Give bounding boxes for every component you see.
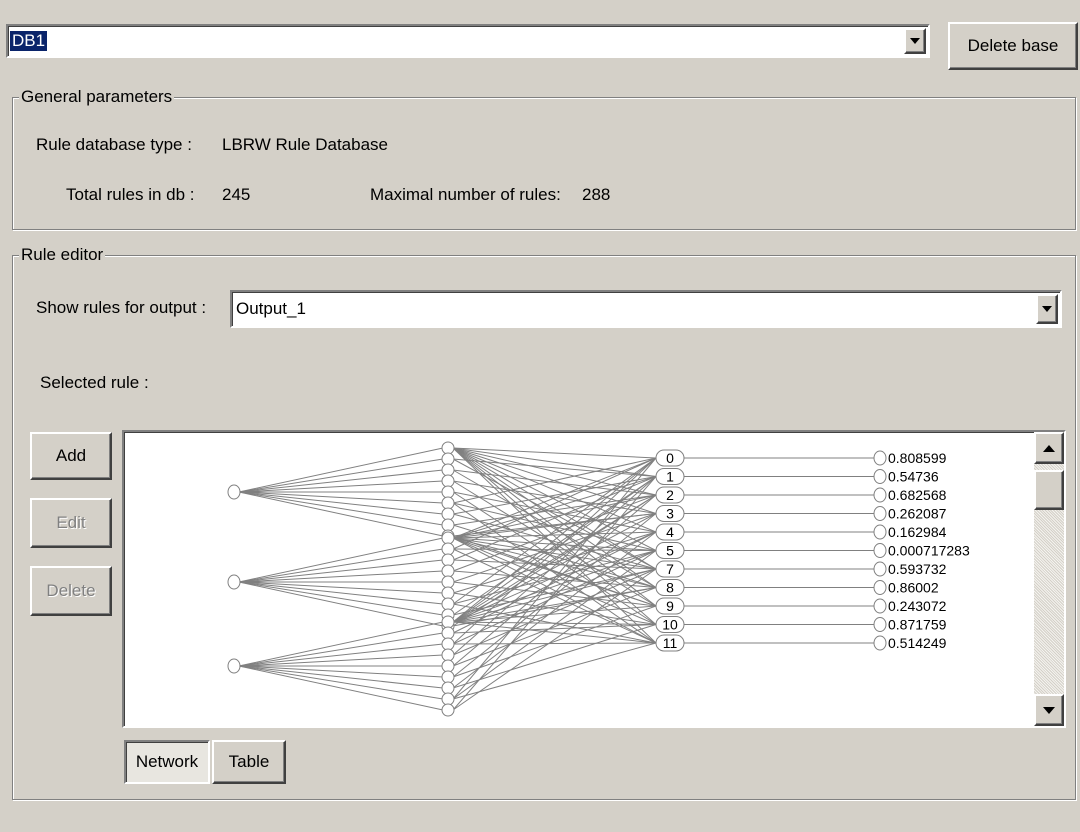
hidden-node xyxy=(441,637,455,651)
input-node xyxy=(227,574,241,590)
output-node xyxy=(873,487,887,503)
vertical-scrollbar[interactable] xyxy=(1034,432,1064,726)
edit-rule-button[interactable]: Edit xyxy=(30,498,112,548)
database-dropdown-button[interactable] xyxy=(904,28,926,54)
rule-editor-title: Rule editor xyxy=(19,245,106,265)
rule-node-label: 1 xyxy=(666,469,674,485)
hidden-node xyxy=(441,692,455,706)
output-value: 0.682568 xyxy=(888,487,947,503)
rule-node-label: 9 xyxy=(666,598,674,614)
rule-node-label: 5 xyxy=(666,543,674,559)
hidden-node xyxy=(441,452,455,466)
hidden-node xyxy=(441,564,455,578)
output-node xyxy=(873,469,887,484)
rule-node-label: 3 xyxy=(666,506,674,522)
hidden-node xyxy=(441,474,455,488)
hidden-node xyxy=(441,586,455,600)
output-node xyxy=(873,580,887,595)
hidden-node xyxy=(441,542,455,556)
output-value: 0.86002 xyxy=(888,580,939,596)
hidden-node xyxy=(441,496,455,510)
rule-node-label: 11 xyxy=(663,635,678,651)
output-value: 0.514249 xyxy=(888,635,947,651)
rule-node-label: 8 xyxy=(666,580,674,596)
general-parameters-group: General parameters xyxy=(12,87,1076,230)
hidden-node xyxy=(441,626,455,640)
max-rules-value: 288 xyxy=(582,185,611,204)
hidden-node xyxy=(441,575,455,589)
chevron-down-icon xyxy=(910,38,920,44)
chevron-down-icon xyxy=(1042,306,1052,312)
db-type-value: LBRW Rule Database xyxy=(222,135,388,154)
scroll-thumb[interactable] xyxy=(1034,470,1064,510)
rule-node-label: 10 xyxy=(662,617,678,633)
output-node xyxy=(873,543,887,558)
hidden-node xyxy=(441,648,455,662)
output-value: 0.593732 xyxy=(888,561,947,577)
db-type-label: Rule database type : xyxy=(36,135,192,154)
scroll-down-button[interactable] xyxy=(1034,694,1064,726)
hidden-node xyxy=(441,681,455,695)
arrow-down-icon xyxy=(1043,706,1055,714)
output-value: 0.162984 xyxy=(888,524,947,540)
output-select-value: Output_1 xyxy=(236,299,306,318)
output-node xyxy=(873,635,887,651)
delete-base-label: Delete base xyxy=(967,36,1059,55)
output-value: 0.262087 xyxy=(888,506,947,522)
rule-node-label: 2 xyxy=(666,487,674,503)
tab-table-label: Table xyxy=(228,752,270,771)
hidden-node xyxy=(441,518,455,532)
network-view[interactable]: 0 1 2 3 4 5 7 8 9 10 11 0.808599 0.54736 0.682568 0.26… xyxy=(122,430,1066,728)
scroll-up-button[interactable] xyxy=(1034,432,1064,464)
hidden-node xyxy=(441,553,455,567)
output-value: 0.808599 xyxy=(888,450,947,466)
hidden-node xyxy=(441,670,455,684)
output-node xyxy=(873,506,887,521)
delete-rule-button[interactable]: Delete xyxy=(30,566,112,616)
total-rules-value: 245 xyxy=(222,185,251,204)
output-select[interactable]: Output_1 xyxy=(230,290,1062,328)
input-node xyxy=(227,658,241,674)
tab-network[interactable]: Network xyxy=(124,740,210,784)
output-value: 0.871759 xyxy=(888,617,947,633)
max-rules-label: Maximal number of rules: xyxy=(370,185,561,204)
database-select-value: DB1 xyxy=(10,31,48,51)
output-node xyxy=(873,561,887,577)
show-rules-label: Show rules for output : xyxy=(36,298,207,317)
output-dropdown-button[interactable] xyxy=(1036,294,1058,324)
output-node xyxy=(873,450,887,466)
total-rules-label: Total rules in db : xyxy=(66,185,195,204)
output-value: 0.000717283 xyxy=(888,543,970,559)
tab-table[interactable]: Table xyxy=(212,740,286,784)
hidden-node xyxy=(441,615,455,629)
hidden-node xyxy=(441,659,455,673)
output-value: 0.54736 xyxy=(888,469,939,485)
selected-rule-label: Selected rule : xyxy=(40,373,149,392)
hidden-node xyxy=(441,703,455,717)
rule-node-label: 7 xyxy=(666,561,674,577)
delete-label: Delete xyxy=(46,581,96,600)
rule-node-label: 0 xyxy=(666,450,674,466)
hidden-node xyxy=(441,463,455,477)
rule-node-label: 4 xyxy=(666,524,674,540)
delete-base-button[interactable]: Delete base xyxy=(948,22,1078,70)
output-node xyxy=(873,598,887,614)
input-node xyxy=(227,484,241,500)
tab-network-label: Network xyxy=(135,752,199,771)
database-select[interactable]: DB1 xyxy=(6,24,930,58)
edit-label: Edit xyxy=(56,513,86,532)
hidden-node xyxy=(441,597,455,611)
general-parameters-title: General parameters xyxy=(19,87,175,107)
output-value: 0.243072 xyxy=(888,598,947,614)
rule-network-diagram: 0 1 2 3 4 5 7 8 9 10 11 0.808599 0.54736 0.682568 0.26… xyxy=(227,441,970,717)
hidden-node xyxy=(441,441,455,455)
add-label: Add xyxy=(55,446,87,465)
output-node xyxy=(873,524,887,540)
arrow-up-icon xyxy=(1043,444,1055,452)
hidden-node xyxy=(441,507,455,521)
add-rule-button[interactable]: Add xyxy=(30,432,112,480)
output-node xyxy=(873,617,887,632)
hidden-node xyxy=(441,531,455,545)
hidden-node xyxy=(441,485,455,499)
